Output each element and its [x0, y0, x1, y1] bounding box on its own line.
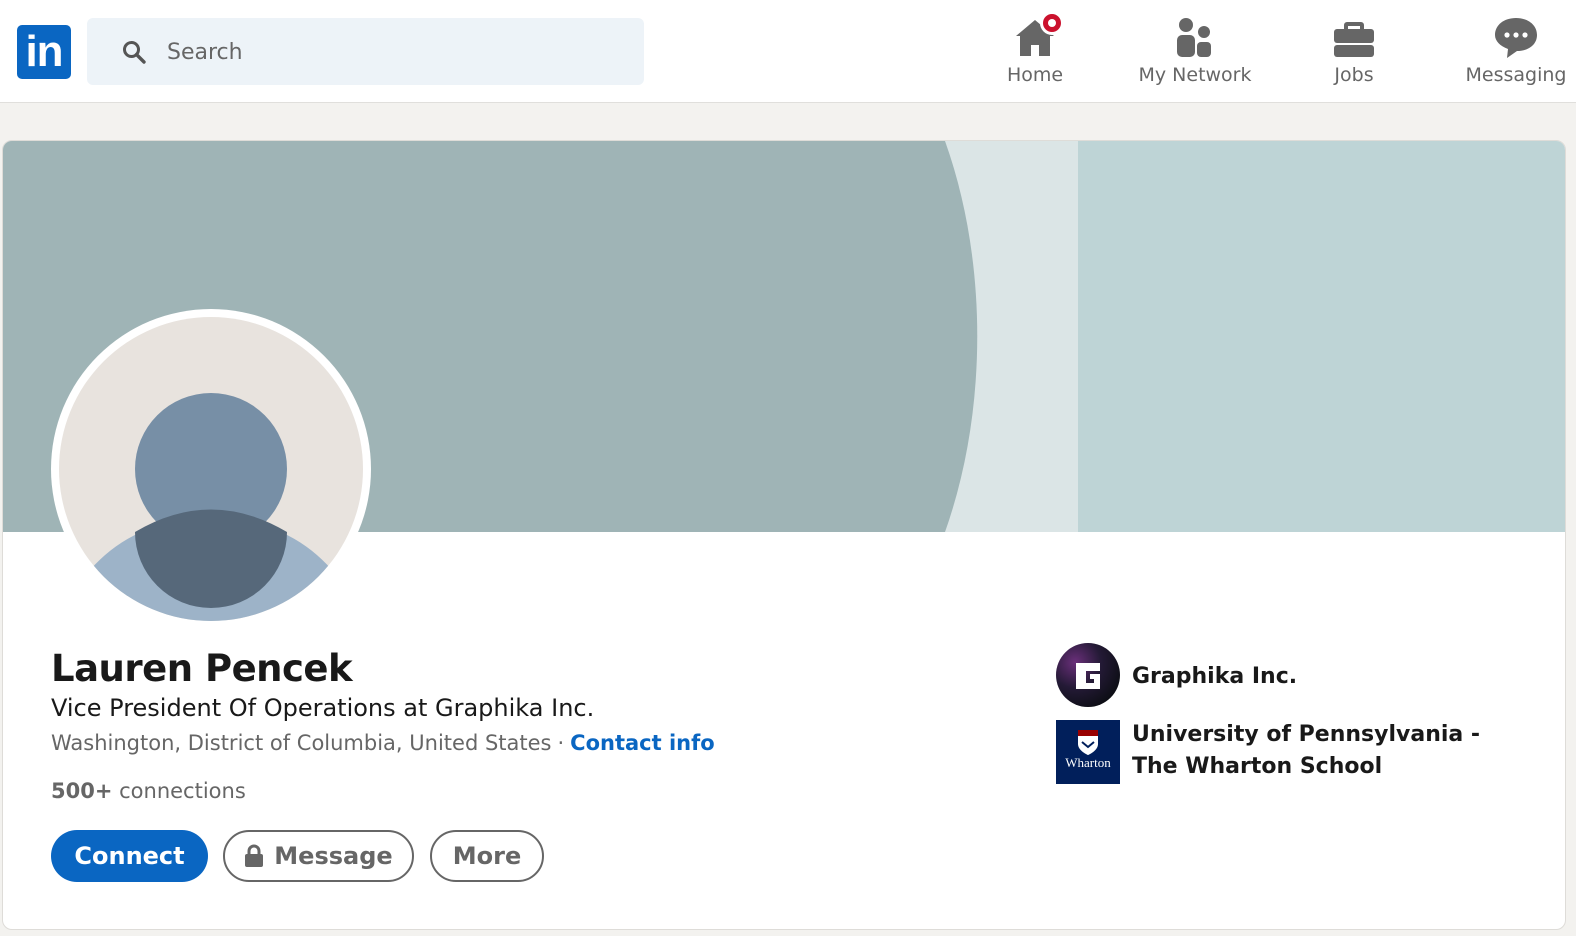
profile-card: Lauren Pencek Vice President Of Operatio…: [2, 140, 1566, 930]
message-button[interactable]: Message: [223, 830, 414, 882]
briefcase-icon: [1334, 22, 1374, 57]
connect-button-label: Connect: [74, 842, 185, 870]
notification-badge: [1040, 11, 1064, 35]
org-name-graphika: Graphika Inc.: [1132, 664, 1298, 689]
more-button[interactable]: More: [430, 830, 544, 882]
org-name-wharton: University of Pennsylvania - The Wharton…: [1132, 722, 1481, 779]
top-navigation-bar: in Home My Network Jobs: [0, 0, 1576, 103]
nav-label-my-network: My Network: [1138, 64, 1252, 86]
nav-label-messaging: Messaging: [1465, 64, 1567, 86]
nav-label-home: Home: [1006, 64, 1064, 86]
contact-info-link[interactable]: Contact info: [570, 731, 715, 755]
separator-dot: ·: [557, 731, 565, 755]
connections-label: connections: [119, 779, 246, 803]
graphika-logo: [1056, 643, 1120, 707]
nav-item-jobs[interactable]: Jobs: [1314, 14, 1394, 94]
more-button-label: More: [452, 842, 522, 870]
people-icon: [1177, 18, 1211, 57]
default-avatar-icon: [59, 317, 363, 621]
connections-number: 500+: [51, 779, 113, 803]
nav-item-messaging[interactable]: Messaging: [1456, 14, 1576, 94]
linkedin-logo[interactable]: in: [17, 25, 71, 79]
profile-name: Lauren Pencek: [51, 647, 353, 690]
wharton-logo-text: Wharton: [1065, 755, 1111, 770]
search-box[interactable]: [87, 18, 644, 85]
chat-icon: [1495, 18, 1537, 58]
connections-count: 500+ connections: [51, 779, 246, 803]
nav-label-jobs: Jobs: [1334, 64, 1374, 86]
lock-icon: [245, 844, 264, 867]
wharton-logo: Wharton: [1056, 720, 1120, 784]
search-icon: [123, 41, 146, 64]
nav-item-home[interactable]: Home: [990, 11, 1080, 94]
message-button-label: Message: [274, 842, 393, 870]
profile-headline: Vice President Of Operations at Graphika…: [51, 694, 595, 722]
search-input[interactable]: [167, 32, 607, 72]
nav-item-my-network[interactable]: My Network: [1130, 14, 1260, 94]
profile-photo[interactable]: [51, 309, 371, 629]
profile-location: Washington, District of Columbia, United…: [51, 731, 552, 755]
connect-button[interactable]: Connect: [51, 830, 208, 882]
location-row: Washington, District of Columbia, United…: [51, 731, 715, 755]
